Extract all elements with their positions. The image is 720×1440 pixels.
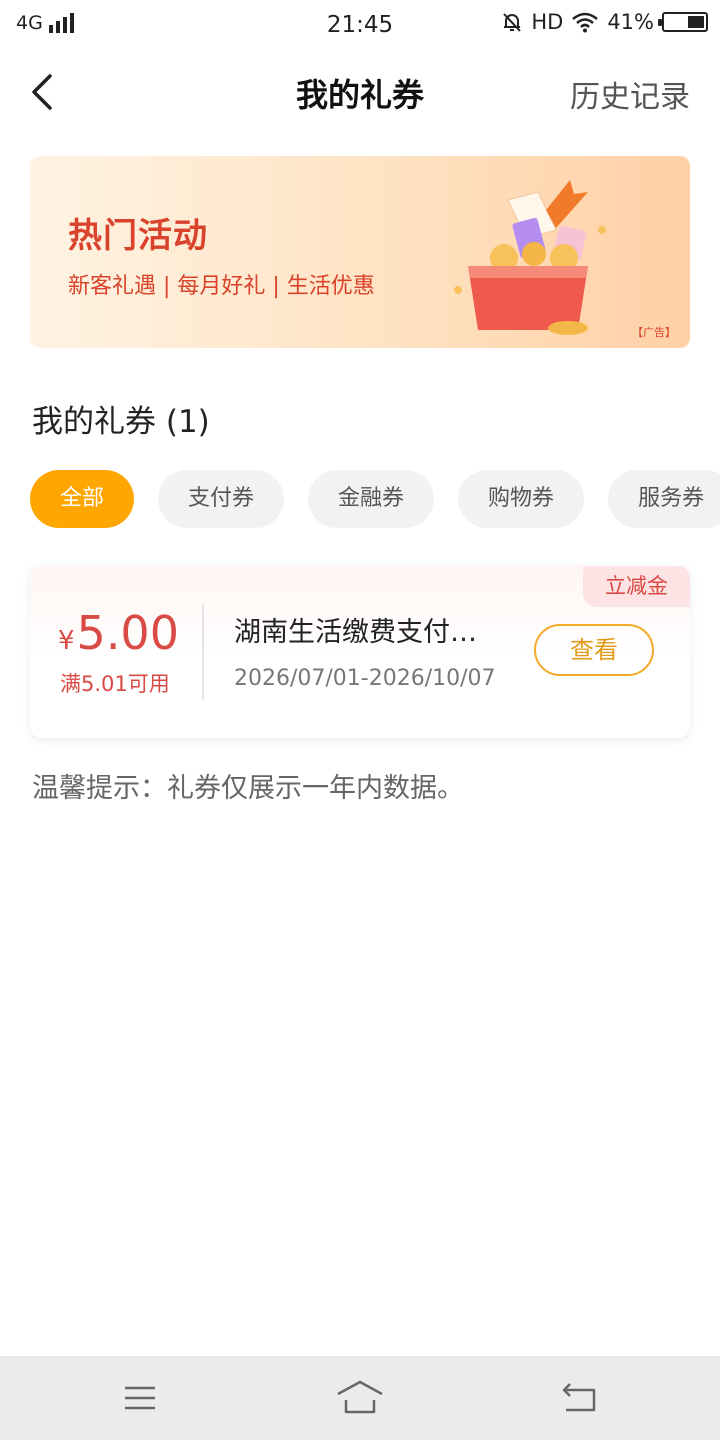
home-icon[interactable] [336,1378,384,1418]
coupon-divider [202,604,204,700]
currency-symbol: ¥ [58,626,75,656]
battery-icon [658,12,708,32]
tip-text: 温馨提示：礼券仅展示一年内数据。 [32,773,464,804]
coupon-card[interactable]: 立减金 ¥5.00 满5.01可用 湖南生活缴费支付… 2026/07/01-2… [30,566,690,738]
status-right: HD 41% [501,10,708,34]
banner-title: 热门活动 [68,216,208,256]
ad-label: 【广告】 [632,326,676,339]
system-nav-bar [0,1356,720,1440]
tab-service[interactable]: 服务券 [608,470,720,528]
coupon-validity: 2026/07/01-2026/10/07 [234,666,496,691]
wifi-icon [572,12,599,33]
coupon-type-badge: 立减金 [583,566,690,607]
return-icon[interactable] [560,1378,600,1418]
tab-payment[interactable]: 支付券 [158,470,285,528]
banner-subtitle: 新客礼遇 | 每月好礼 | 生活优惠 [68,274,375,299]
gift-basket-icon [454,180,606,335]
tab-finance[interactable]: 金融券 [308,470,435,528]
section-title: 我的礼券 (1) [32,404,210,440]
view-coupon-button[interactable]: 查看 [534,624,654,676]
battery-percent: 41% [607,10,654,34]
promo-banner[interactable]: 热门活动 新客礼遇 | 每月好礼 | 生活优惠 【广告】 [30,156,690,348]
status-bar: 4G 21:45 HD 41% [0,0,720,50]
tab-shopping[interactable]: 购物券 [458,470,585,528]
amount-value: 5.00 [76,606,179,660]
coupon-category-tabs: 全部 支付券 金融券 购物券 服务券 代 [30,470,720,528]
top-bar: 我的礼券 历史记录 [0,56,720,126]
tab-all[interactable]: 全部 [30,470,135,528]
coupon-name: 湖南生活缴费支付… [234,617,477,648]
history-link[interactable]: 历史记录 [570,72,690,116]
coupon-amount: ¥5.00 [58,606,179,660]
coupon-condition: 满5.01可用 [60,672,170,696]
silent-bell-icon [503,13,522,32]
battery-fill [688,16,704,28]
menu-icon[interactable] [120,1378,160,1418]
hd-indicator: HD [531,10,564,34]
